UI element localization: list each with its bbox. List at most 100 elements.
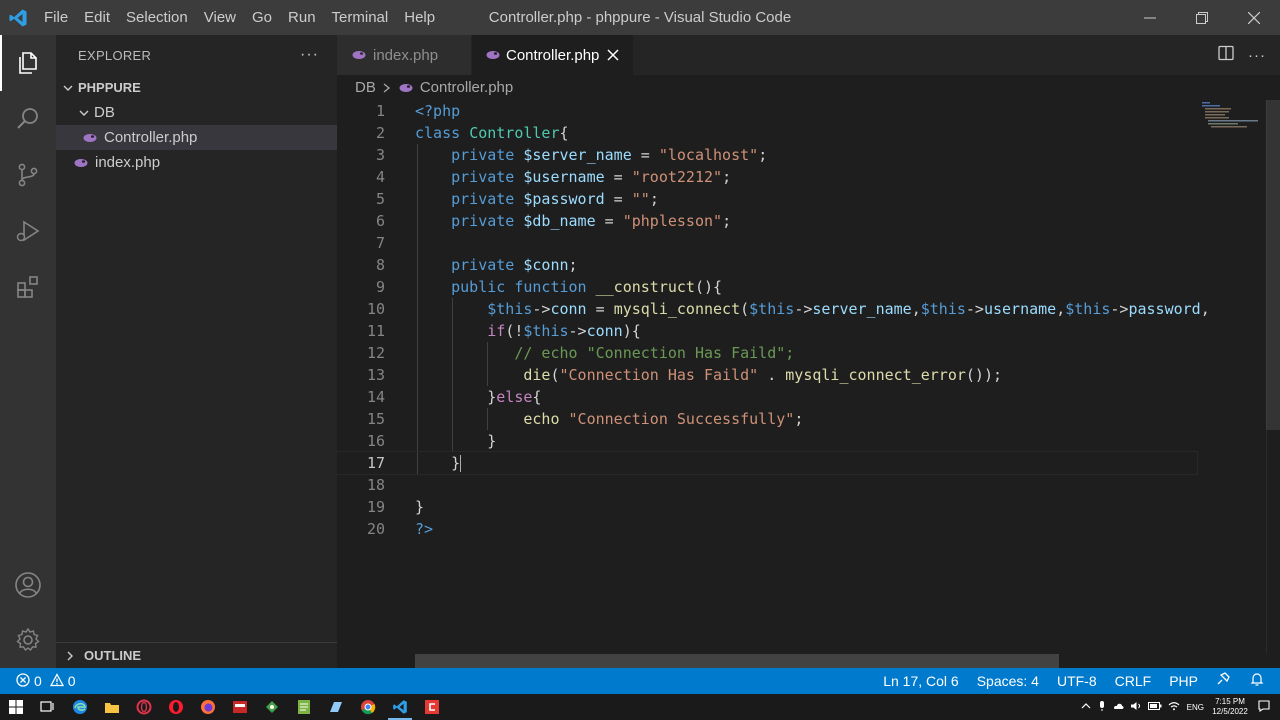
language-mode[interactable]: PHP — [1160, 668, 1207, 694]
line-number: 10 — [366, 300, 385, 318]
menu-view[interactable]: View — [196, 0, 244, 35]
code-line[interactable]: 4 private $username = "root2212"; — [337, 166, 1197, 188]
line-number: 16 — [366, 432, 385, 450]
settings-gear-icon[interactable] — [0, 612, 56, 668]
code-line[interactable]: 17 } — [337, 451, 1198, 475]
code-line[interactable]: 3 private $server_name = "localhost"; — [337, 144, 1197, 166]
menu-terminal[interactable]: Terminal — [324, 0, 397, 35]
extensions-icon[interactable] — [0, 259, 56, 315]
notifications-bell-icon[interactable] — [1241, 668, 1280, 694]
app-icon[interactable] — [416, 694, 448, 720]
code-line[interactable]: 2 class Controller{ — [337, 122, 1197, 144]
clock[interactable]: 7:15 PM 12/5/2022 — [1208, 697, 1252, 717]
menu-run[interactable]: Run — [280, 0, 324, 35]
code-token: = — [604, 168, 632, 186]
source-control-icon[interactable] — [0, 147, 56, 203]
chrome-icon[interactable] — [352, 694, 384, 720]
code-line[interactable]: 5 private $password = ""; — [337, 188, 1197, 210]
input-language[interactable]: ENG — [1183, 703, 1208, 712]
line-number: 14 — [366, 388, 385, 406]
code-line[interactable]: 12 // echo "Connection Has Faild"; — [337, 342, 1197, 364]
task-view-icon[interactable] — [32, 694, 64, 720]
menu-go[interactable]: Go — [244, 0, 280, 35]
run-debug-icon[interactable] — [0, 203, 56, 259]
chevron-up-icon[interactable] — [1077, 702, 1095, 712]
volume-icon[interactable] — [1127, 701, 1145, 713]
microphone-icon[interactable] — [1095, 700, 1109, 714]
code-line[interactable]: 14 }else{ — [337, 386, 1197, 408]
code-line[interactable]: 9 public function __construct(){ — [337, 276, 1197, 298]
code-line[interactable]: 7 — [337, 232, 1197, 254]
horizontal-scrollbar-thumb[interactable] — [415, 654, 1059, 668]
tab-controller-php[interactable]: Controller.php — [472, 35, 634, 75]
code-token: Controller — [469, 124, 560, 142]
split-editor-icon[interactable] — [1218, 45, 1234, 66]
notification-center-icon[interactable] — [1252, 700, 1280, 714]
code-line[interactable]: 11 if(!$this->conn){ — [337, 320, 1197, 342]
workspace-folder[interactable]: PHPPURE — [56, 75, 337, 100]
end-of-line[interactable]: CRLF — [1106, 668, 1161, 694]
clock-date: 12/5/2022 — [1212, 707, 1248, 716]
windows-start-icon[interactable] — [0, 694, 32, 720]
code-editor[interactable]: 1 <?php 2 class Controller{3 private $serve… — [337, 100, 1280, 654]
battery-icon[interactable] — [1145, 702, 1165, 712]
breadcrumb-file[interactable]: Controller.php — [420, 79, 513, 96]
close-icon[interactable] — [605, 45, 621, 65]
app-icon[interactable] — [256, 694, 288, 720]
outline-section[interactable]: OUTLINE — [56, 642, 337, 668]
breadcrumb-folder[interactable]: DB — [355, 79, 376, 96]
minimap[interactable] — [1200, 100, 1266, 130]
app-icon[interactable] — [320, 694, 352, 720]
edge-browser-icon[interactable] — [64, 694, 96, 720]
vscode-taskbar-icon[interactable] — [384, 694, 416, 720]
menu-help[interactable]: Help — [396, 0, 443, 35]
app-icon[interactable] — [224, 694, 256, 720]
code-line[interactable]: 6 private $db_name = "phplesson"; — [337, 210, 1197, 232]
code-line[interactable]: 20 ?> — [337, 518, 1197, 540]
explorer-icon[interactable] — [0, 35, 56, 91]
cursor-position[interactable]: Ln 17, Col 6 — [874, 668, 968, 694]
line-number: 1 — [375, 102, 385, 120]
code-token: -> — [1110, 300, 1129, 318]
code-line[interactable]: 16 } — [337, 430, 1197, 452]
wifi-icon[interactable] — [1165, 701, 1183, 713]
code-token: ?> — [415, 520, 434, 538]
opera-gx-icon[interactable] — [128, 694, 160, 720]
code-token: } — [415, 454, 461, 472]
code-line[interactable]: 18 — [337, 474, 1197, 496]
indentation[interactable]: Spaces: 4 — [968, 668, 1048, 694]
code-line[interactable]: 15 echo "Connection Successfully"; — [337, 408, 1197, 430]
menu-edit[interactable]: Edit — [76, 0, 118, 35]
notepad-icon[interactable] — [288, 694, 320, 720]
search-icon[interactable] — [0, 91, 56, 147]
encoding[interactable]: UTF-8 — [1048, 668, 1106, 694]
close-window-button[interactable] — [1228, 0, 1280, 35]
code-token: (! — [505, 322, 524, 340]
code-line[interactable]: 19} — [337, 496, 1197, 518]
code-line[interactable]: 13 die("Connection Has Faild" . mysqli_c… — [337, 364, 1197, 386]
vertical-scrollbar-thumb[interactable] — [1266, 100, 1280, 430]
file-index-php[interactable]: index.php — [56, 150, 337, 175]
opera-browser-icon[interactable] — [160, 694, 192, 720]
firefox-icon[interactable] — [192, 694, 224, 720]
code-token: ; — [722, 168, 732, 186]
more-actions-icon[interactable]: ··· — [300, 46, 319, 64]
file-controller-php[interactable]: Controller.php — [56, 125, 337, 150]
menu-selection[interactable]: Selection — [118, 0, 196, 35]
feedback-icon[interactable] — [1207, 668, 1241, 694]
problems-indicator[interactable]: 0 0 — [0, 672, 76, 690]
cloud-icon[interactable] — [1109, 701, 1127, 713]
code-line[interactable]: 10 $this->conn = mysqli_connect($this->s… — [337, 298, 1210, 320]
code-line[interactable]: 1 <?php — [337, 100, 1197, 122]
minimize-button[interactable] — [1124, 0, 1176, 35]
tab-index-php[interactable]: index.php — [337, 35, 472, 75]
folder-db[interactable]: DB — [56, 100, 337, 125]
code-token: else — [496, 388, 533, 406]
code-line[interactable]: 8 private $conn; — [337, 254, 1197, 276]
code-text: private $username = "root2212"; — [415, 166, 731, 188]
menu-file[interactable]: File — [36, 0, 76, 35]
file-explorer-icon[interactable] — [96, 694, 128, 720]
account-icon[interactable] — [0, 557, 56, 613]
more-actions-icon[interactable]: ··· — [1248, 47, 1266, 64]
restore-button[interactable] — [1176, 0, 1228, 35]
